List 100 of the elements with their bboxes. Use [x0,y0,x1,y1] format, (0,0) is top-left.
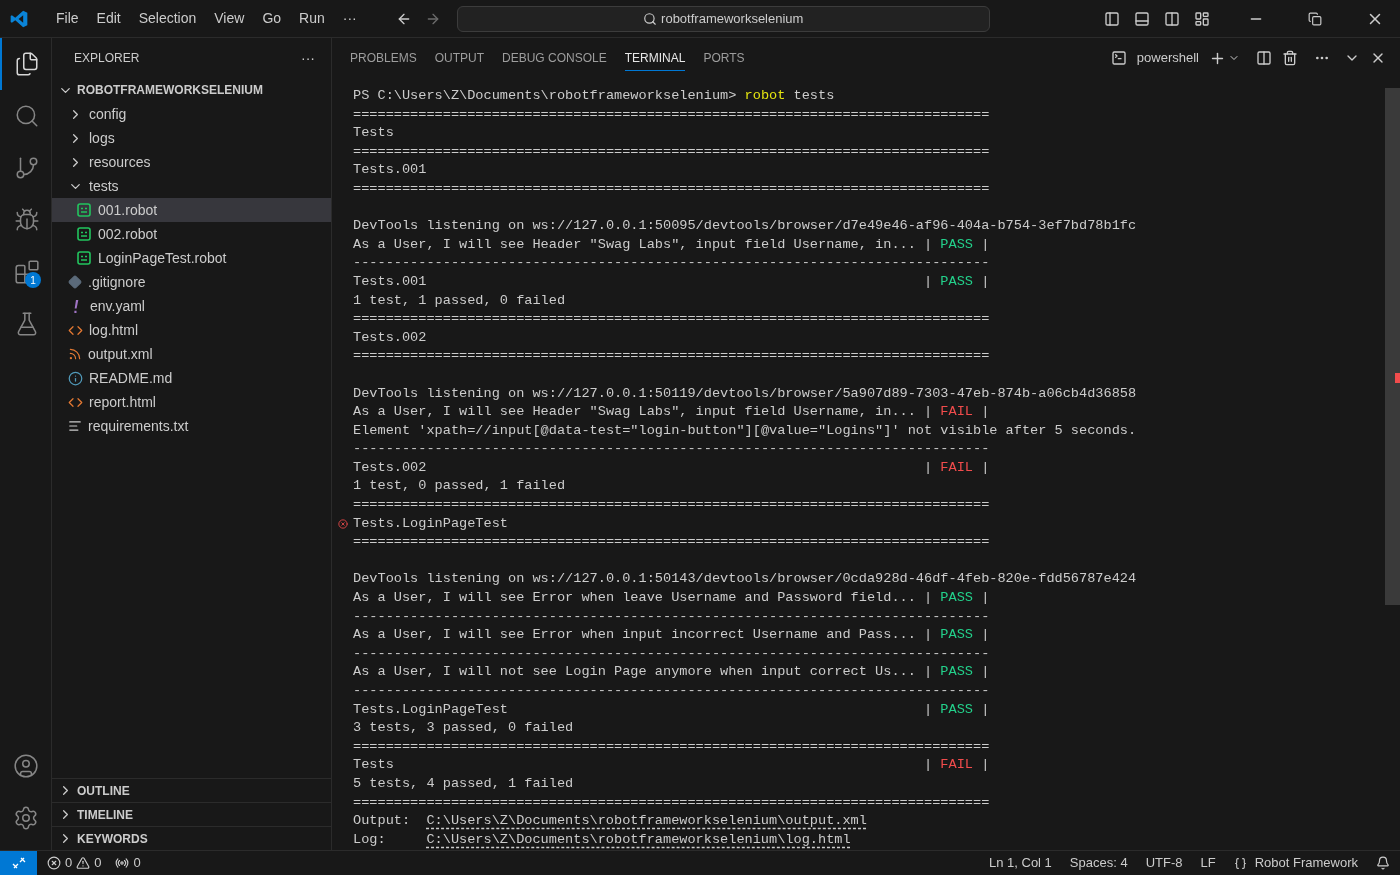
activity-tab[interactable]: 1 [0,246,51,298]
problems-button[interactable]: 0 0 [47,853,102,873]
info-icon [68,370,83,386]
pipe-separator: | [924,235,933,254]
menu-item[interactable]: Run [290,8,334,29]
settings-icon[interactable] [12,805,39,831]
bug-icon [13,207,40,233]
tree-item[interactable]: env.yaml [52,294,331,318]
pipe-separator: | [924,403,933,422]
terminal-line: ------------------------------------------------------------------------------ [353,608,990,624]
file-link[interactable]: C:\Users\Z\Documents\robotframeworkselenium\log.html [426,830,851,850]
section-header[interactable]: OUTLINE [52,778,331,802]
terminal-line: ------------------------------------------------------------------------------ [353,441,990,457]
panel-tab[interactable]: TERMINAL [624,45,686,71]
shell-label[interactable]: powershell [1136,48,1199,68]
panel-layout-icon[interactable] [1134,10,1150,27]
terminal-line: ------------------------------------------------------------------------------ [353,645,990,661]
terminal-line: ============================================================================== [353,794,990,810]
status-item[interactable]: UTF-8 [1145,853,1183,873]
menu-item[interactable]: ··· [333,8,366,29]
tree-item[interactable]: .gitignore [52,270,331,294]
more-actions-button[interactable]: ··· [301,47,315,69]
file-link[interactable]: C:\Users\Z\Documents\robotframeworkselenium\output.xml [426,812,867,831]
section-header[interactable]: TIMELINE [52,802,331,826]
terminal-line: Tests.002 [353,329,427,345]
tree-item[interactable]: log.html [52,318,331,342]
section-header[interactable]: KEYWORDS [52,826,331,850]
terminal-line: PS C:\Users\Z\Documents\robotframeworkselenium> robot tests [353,88,835,103]
trash-icon[interactable] [1282,50,1298,66]
terminal-line: As a User, I will see Header "Swag Labs", input field Username, in... [353,235,917,254]
tree-item[interactable]: config [52,102,331,126]
tree-item[interactable]: ROBOTFRAMEWORKSELENIUM [52,78,331,102]
menu-item[interactable]: Edit [87,8,130,29]
pipe-separator: | [924,272,933,291]
rss-icon [68,347,82,361]
terminal-line: Tests.001 [353,162,427,178]
status-item[interactable]: Spaces: 4 [1069,853,1128,873]
terminal-line: ============================================================================== [353,738,990,754]
restore-icon[interactable] [1308,11,1322,26]
pipe-separator: | [981,756,990,775]
status-label: FAIL [940,756,973,775]
tree-item[interactable]: 001.robot [52,198,331,222]
terminal-line: ============================================================================== [353,143,990,159]
terminal-line: 1 test, 1 passed, 0 failed [353,292,566,308]
bell-icon[interactable] [1376,856,1390,870]
tree-item[interactable]: LoginPageTest.robot [52,246,331,270]
terminal-icon [1110,50,1127,66]
terminal-line: Tests [353,125,394,141]
terminal-line: Tests.LoginPageTest [353,515,508,531]
pipe-separator: | [924,626,933,645]
split-icon[interactable] [1256,50,1272,66]
tree-item[interactable]: requirements.txt [52,414,331,438]
status-item[interactable]: LF [1200,853,1216,873]
panel-tab[interactable]: OUTPUT [434,45,485,71]
pipe-separator: | [981,589,990,608]
tree-item[interactable]: tests [52,174,331,198]
search-icon [643,11,658,26]
scroll-marker [1395,373,1400,383]
pipe-separator: | [924,589,933,608]
pipe-separator: | [924,663,933,682]
terminal-line: As a User, I will see Header "Swag Labs", input field Username, in... [353,403,917,422]
tree-item[interactable]: output.xml [52,342,331,366]
menu-item[interactable]: View [205,8,254,29]
menu-item[interactable]: File [47,8,88,29]
branch-icon [13,155,40,181]
menu-item[interactable]: Go [253,8,291,29]
pipe-separator: | [981,700,990,719]
braces-icon [1233,856,1247,870]
tree-item[interactable]: 002.robot [52,222,331,246]
split-layout-icon[interactable] [1164,10,1180,27]
tree-item[interactable]: report.html [52,390,331,414]
menu-item[interactable]: Selection [129,8,206,29]
scrollbar-thumb[interactable] [1385,88,1400,605]
account-icon[interactable] [12,753,39,779]
pipe-separator: | [981,403,990,422]
terminal-line: ============================================================================== [353,534,990,550]
ports-button[interactable]: 0 [115,853,141,873]
robot-file-icon [76,226,92,242]
customize-layout-icon[interactable] [1194,10,1210,27]
terminal-line: ------------------------------------------------------------------------------ [353,255,990,271]
tree-item[interactable]: README.md [52,366,331,390]
pipe-separator: | [981,663,990,682]
language-button[interactable]: Robot Framework [1233,853,1358,873]
sidebar-layout-icon[interactable] [1104,10,1120,27]
tree-item[interactable]: resources [52,150,331,174]
remote-button[interactable] [0,851,37,875]
robot-file-icon [76,202,92,218]
search-field[interactable]: robotframeworkselenium [456,5,990,32]
terminal-line: As a User, I will not see Login Page anymore when input correct Us... [353,663,917,682]
tree-item[interactable]: logs [52,126,331,150]
terminal-line: ============================================================================== [353,497,990,513]
terminal-label: Output: [353,812,412,831]
pipe-separator: | [981,458,990,477]
pipe-separator: | [924,458,933,477]
terminal-line: DevTools listening on ws://127.0.0.1:50119/devtools/browser/5a907d89-7303-47eb-874b-a06cb4d36858 [353,385,1137,401]
panel-tab[interactable]: PROBLEMS [350,45,417,71]
panel-tab[interactable]: PORTS [703,45,745,71]
panel-tab[interactable]: DEBUG CONSOLE [502,45,607,71]
status-item[interactable]: Ln 1, Col 1 [988,853,1052,873]
sidebar-title: EXPLORER [74,50,140,67]
